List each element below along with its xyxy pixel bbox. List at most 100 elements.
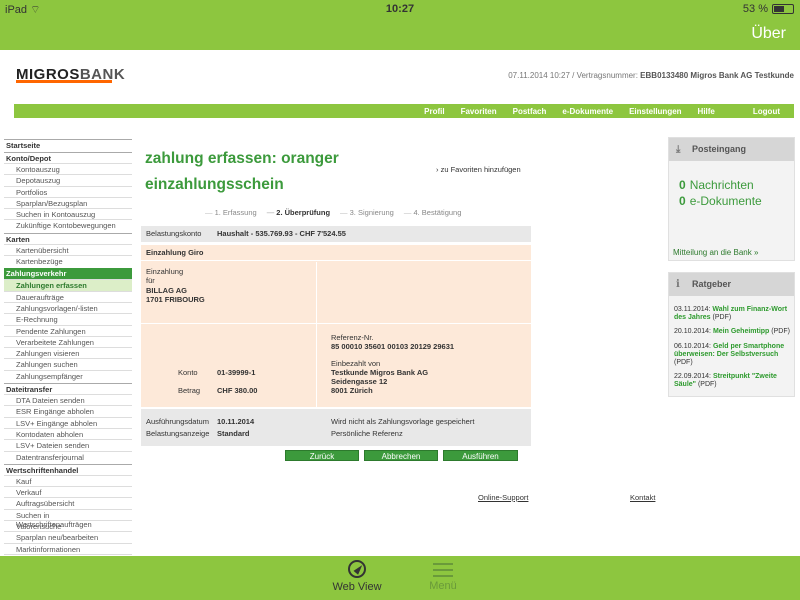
ratgeber-widget: i Ratgeber 03.11.2014: Wahl zum Finanz-Wo… xyxy=(668,272,795,397)
form-header: Einzahlung Giro xyxy=(141,245,531,261)
back-button[interactable]: Zurück xyxy=(285,450,359,461)
menu-postfach[interactable]: Postfach xyxy=(505,104,555,118)
sidebar-section-5[interactable]: Wertschriftenhandel xyxy=(4,463,132,475)
betrag-value: CHF 380.00 xyxy=(217,386,258,395)
payment-form: Einzahlung Giro Einzahlung für BILLAG AG 1… xyxy=(141,245,531,407)
battery-status: 53 % xyxy=(743,3,794,15)
clock: 10:27 xyxy=(385,3,415,15)
nav-bar: Über xyxy=(0,20,800,50)
step-bestaetigung: 4. Bestätigung xyxy=(404,208,461,217)
debit-advice-label: Belastungsanzeige xyxy=(146,429,210,438)
dokumente-count[interactable]: 0 e-Dokumente xyxy=(679,194,762,208)
posteingang-widget: ⤓ Posteingang 0 Nachrichten 0 e-Dokumente M… xyxy=(668,137,795,261)
sidebar-item[interactable]: Auftragsübersicht xyxy=(4,497,132,508)
sidebar-item[interactable]: Zahlungen erfassen xyxy=(4,279,132,291)
sidebar-item[interactable]: Kartenbezüge xyxy=(4,255,132,266)
sidebar-item[interactable]: Kartenübersicht xyxy=(4,243,132,255)
cancel-button[interactable]: Abbrechen xyxy=(364,450,438,461)
menu-logout[interactable]: Logout xyxy=(723,104,794,118)
tab-menu[interactable]: Menü xyxy=(413,560,473,592)
execution-date-label: Ausführungsdatum xyxy=(146,417,209,426)
belastungskonto-value: Haushalt - 535.769.93 - CHF 7'524.55 xyxy=(217,229,346,238)
reference-value: 85 00010 35601 00103 20129 29631 xyxy=(331,342,455,351)
step-erfassung: 1. Erfassung xyxy=(205,208,257,217)
mitteilung-link[interactable]: Mitteilung an die Bank » xyxy=(673,248,758,257)
sidebar-item[interactable]: Zahlungsempfänger xyxy=(4,369,132,381)
sidebar-item[interactable]: Kontoauszug xyxy=(4,163,132,174)
sidebar-item[interactable]: Kauf xyxy=(4,474,132,486)
sidebar-item[interactable]: Verkauf xyxy=(4,486,132,497)
hamburger-icon xyxy=(433,563,453,577)
recipient-label: Einzahlung für xyxy=(146,267,184,285)
execute-button[interactable]: Ausführen xyxy=(443,450,518,461)
ratgeber-article[interactable]: 20.10.2014: Mein Geheimtipp (PDF) xyxy=(674,328,794,336)
sidebar-section-3[interactable]: Zahlungsverkehr xyxy=(4,268,132,280)
template-note: Wird nicht als Zahlungsvorlage gespeiche… xyxy=(331,417,475,426)
konto-label: Konto xyxy=(178,368,198,377)
sidebar: Startseite Konto/Depot Kontoauszug Depotaus… xyxy=(4,137,132,565)
sidebar-item[interactable]: Sparplan/Bezugsplan xyxy=(4,196,132,208)
sidebar-section-2[interactable]: Karten xyxy=(4,232,132,244)
ratgeber-article[interactable]: 22.09.2014: Streitpunkt "Zweite Säule" (… xyxy=(674,373,794,389)
step-indicator: 1. Erfassung 2. Überprüfung 3. Signierun… xyxy=(205,208,462,217)
info-icon: i xyxy=(676,279,680,290)
sidebar-item[interactable]: Portfolios xyxy=(4,185,132,197)
compass-icon xyxy=(348,560,366,578)
posteingang-header: ⤓ Posteingang xyxy=(669,138,794,161)
menu-einstellungen[interactable]: Einstellungen xyxy=(621,104,689,118)
debit-advice-value: Standard xyxy=(217,429,250,438)
divider xyxy=(141,323,531,324)
menu-hilfe[interactable]: Hilfe xyxy=(690,104,723,118)
sidebar-item[interactable]: Marktinformationen xyxy=(4,542,132,554)
sidebar-item[interactable]: Depotauszug xyxy=(4,174,132,185)
ratgeber-article[interactable]: 06.10.2014: Geld per Smartphone überweis… xyxy=(674,343,794,367)
sidebar-section-0[interactable]: Startseite xyxy=(4,139,132,150)
step-ueberpruefung: 2. Überprüfung xyxy=(267,208,330,217)
menu-favoriten[interactable]: Favoriten xyxy=(453,104,505,118)
top-menu: Profil Favoriten Postfach e-Dokumente Ei… xyxy=(14,104,794,118)
online-support-link[interactable]: Online-Support xyxy=(478,493,528,502)
add-favorite-link[interactable]: › zu Favoriten hinzufügen xyxy=(436,165,521,174)
sidebar-item[interactable]: Sparplan neu/bearbeiten xyxy=(4,531,132,542)
sidebar-item[interactable]: Kontodaten abholen xyxy=(4,427,132,439)
kontakt-link[interactable]: Kontakt xyxy=(630,493,655,502)
ratgeber-article[interactable]: 03.11.2014: Wahl zum Finanz-Wort des Jah… xyxy=(674,306,794,322)
sidebar-item[interactable]: LSV+ Eingänge abholen xyxy=(4,416,132,428)
sidebar-item[interactable]: Zahlungsvorlagen/-listen xyxy=(4,301,132,313)
page-title: zahlung erfassen: oranger einzahlungssche… xyxy=(145,150,339,193)
sidebar-item[interactable]: Zahlungen visieren xyxy=(4,347,132,358)
sidebar-item[interactable]: Verarbeitete Zahlungen xyxy=(4,335,132,347)
sidebar-item[interactable]: E-Rechnung xyxy=(4,313,132,324)
contract-info: 07.11.2014 10:27 / Vertragsnummer: EBB01… xyxy=(508,71,794,80)
sidebar-item[interactable]: Pendente Zahlungen xyxy=(4,324,132,336)
belastungskonto-label: Belastungskonto xyxy=(146,229,202,238)
sidebar-item[interactable]: Zukünftige Kontobewegungen xyxy=(4,219,132,230)
uber-button[interactable]: Über xyxy=(751,25,786,43)
step-signierung: 3. Signierung xyxy=(340,208,394,217)
sidebar-item[interactable]: DTA Dateien senden xyxy=(4,394,132,405)
reference-note: Persönliche Referenz xyxy=(331,429,403,438)
battery-icon xyxy=(772,4,794,14)
sidebar-item[interactable]: ESR Eingänge abholen xyxy=(4,405,132,416)
reference-label: Referenz-Nr. xyxy=(331,333,374,342)
sidebar-item[interactable]: Suchen in Kontoauszug xyxy=(4,208,132,219)
logo-underline xyxy=(16,80,112,83)
belastungskonto-row: Belastungskonto Haushalt - 535.769.93 - … xyxy=(141,226,531,242)
sidebar-item[interactable]: LSV+ Dateien senden xyxy=(4,439,132,450)
sidebar-item[interactable]: Zahlungen suchen xyxy=(4,358,132,369)
nachrichten-count[interactable]: 0 Nachrichten xyxy=(679,178,754,192)
sidebar-section-1[interactable]: Konto/Depot xyxy=(4,152,132,163)
recipient-value: BILLAG AG 1701 FRIBOURG xyxy=(146,286,205,304)
ratgeber-header: i Ratgeber xyxy=(669,273,794,296)
tab-webview[interactable]: Web View xyxy=(327,560,387,593)
paid-by-value: Testkunde Migros Bank AG Seidengasse 12 80… xyxy=(331,368,429,395)
execution-details: Ausführungsdatum 10.11.2014 Belastungsan… xyxy=(141,409,531,446)
status-bar: iPad ⌔ 10:27 53 % xyxy=(0,0,800,20)
execution-date-value: 10.11.2014 xyxy=(217,417,255,426)
sidebar-item[interactable]: Datentransferjournal xyxy=(4,450,132,462)
menu-profil[interactable]: Profil xyxy=(416,104,452,118)
sidebar-item[interactable]: Daueraufträge xyxy=(4,290,132,302)
menu-e-dokumente[interactable]: e-Dokumente xyxy=(554,104,621,118)
sidebar-item[interactable]: Suchen in Wertschriftenaufträgen xyxy=(4,508,132,529)
sidebar-section-4[interactable]: Dateitransfer xyxy=(4,383,132,394)
